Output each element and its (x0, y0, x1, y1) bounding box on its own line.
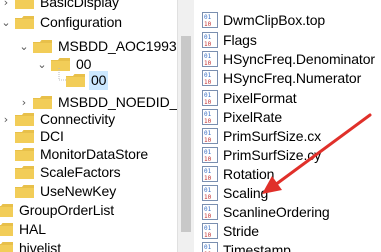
value-name: Flags (223, 31, 257, 48)
value-row[interactable]: 01 10 PixelFormat (202, 88, 297, 107)
value-name: Stride (223, 222, 259, 239)
value-name: PixelFormat (223, 89, 297, 106)
dword-value-icon: 0110 (202, 241, 218, 252)
svg-text:10: 10 (204, 137, 212, 144)
value-name: PrimSurfSize.cx (223, 127, 322, 144)
value-name: ScanlineOrdering (223, 203, 330, 220)
svg-text:10: 10 (204, 194, 212, 201)
dword-value-icon: 0110 (202, 165, 218, 182)
svg-text:01: 01 (204, 92, 212, 99)
value-row[interactable]: 01 10 PixelRate (202, 107, 282, 126)
svg-text:01: 01 (204, 111, 212, 118)
dword-value-icon: 0110 (202, 108, 218, 125)
dword-value-icon: 0110 (202, 69, 218, 86)
value-name: DwmClipBox.top (223, 11, 326, 28)
value-name: Timestamp (223, 241, 291, 252)
value-name: HSyncFreq.Numerator (223, 69, 362, 86)
value-row[interactable]: 01 10 Rotation (202, 164, 274, 183)
svg-text:01: 01 (204, 244, 212, 251)
svg-text:10: 10 (204, 118, 212, 125)
dword-value-icon: 0110 (202, 146, 218, 163)
dword-value-icon: 0110 (202, 222, 218, 239)
registry-values-list[interactable]: 01 10 DwmClipBox.top 01 10 Flags 01 10 HSyn… (194, 0, 381, 252)
svg-text:10: 10 (204, 99, 212, 106)
dword-value-icon: 0110 (202, 50, 218, 67)
value-row[interactable]: 0110 Timestamp (202, 240, 291, 252)
svg-text:01: 01 (204, 168, 212, 175)
value-row-scaling[interactable]: 01 10 Scaling (202, 183, 268, 202)
dword-value-icon: 0110 (202, 89, 218, 106)
value-row[interactable]: 01 10 Flags (202, 30, 257, 49)
value-name: PixelRate (223, 108, 283, 125)
svg-text:01: 01 (204, 187, 212, 194)
svg-text:10: 10 (204, 175, 212, 182)
tree-guide-lines (58, 68, 66, 81)
svg-text:10: 10 (204, 21, 212, 28)
svg-text:10: 10 (204, 60, 212, 67)
svg-text:01: 01 (204, 34, 212, 41)
svg-text:01: 01 (204, 14, 212, 21)
svg-text:01: 01 (204, 149, 212, 156)
value-name: Scaling (223, 184, 269, 201)
svg-text:01: 01 (204, 225, 212, 232)
svg-text:10: 10 (204, 79, 212, 86)
dword-value-icon: 0110 (202, 127, 218, 144)
svg-text:10: 10 (204, 213, 212, 220)
value-name: PrimSurfSize.cy (223, 146, 322, 163)
scrollbar-thumb[interactable] (181, 36, 191, 232)
dword-value-icon: 0110 (202, 203, 218, 220)
svg-text:10: 10 (204, 232, 212, 239)
value-row[interactable]: 01 10 DwmClipBox.top (202, 10, 325, 29)
value-row[interactable]: 01 10 Stride (202, 221, 259, 240)
dword-value-icon: 0110 (202, 31, 218, 48)
svg-text:01: 01 (204, 72, 212, 79)
value-name: Rotation (223, 165, 275, 182)
dword-value-icon: 0110 (202, 11, 218, 28)
value-row[interactable]: 01 10 PrimSurfSize.cy (202, 145, 321, 164)
svg-text:01: 01 (204, 206, 212, 213)
dword-value-icon: 0110 (202, 184, 218, 201)
svg-text:10: 10 (204, 156, 212, 163)
svg-text:01: 01 (204, 53, 212, 60)
value-name: HSyncFreq.Denominator (223, 50, 375, 67)
tree-scrollbar[interactable] (177, 0, 194, 252)
svg-text:01: 01 (204, 130, 212, 137)
value-row[interactable]: 01 10 HSyncFreq.Denominator (202, 49, 375, 68)
value-row[interactable]: 01 10 HSyncFreq.Numerator (202, 68, 361, 87)
svg-text:10: 10 (204, 41, 212, 48)
value-row[interactable]: 01 10 PrimSurfSize.cx (202, 126, 321, 145)
registry-key-tree[interactable]: › BasicDisplay ⌄ Configuration ⌄ MSBDD_A… (0, 0, 177, 252)
value-row[interactable]: 01 10 ScanlineOrdering (202, 202, 330, 221)
